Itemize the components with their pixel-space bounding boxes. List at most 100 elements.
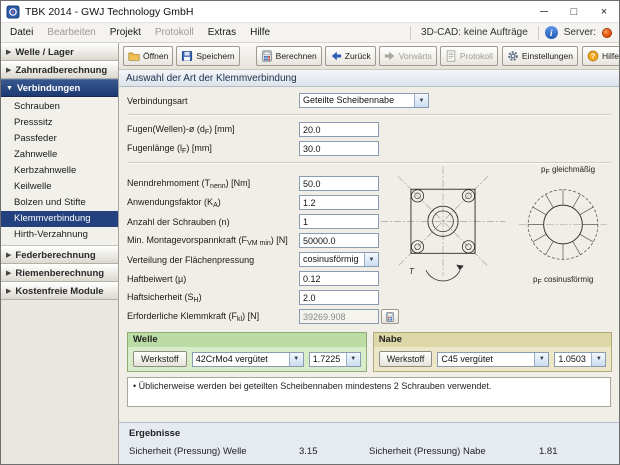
menu-right-area: 3D-CAD: keine Aufträge i Server: bbox=[410, 26, 617, 40]
fugenlaenge-input[interactable] bbox=[299, 141, 379, 156]
pressure-distribution-diagram bbox=[517, 179, 609, 271]
label-text: cosinusförmig bbox=[542, 275, 594, 284]
settings-button[interactable]: Einstellungen bbox=[502, 46, 578, 66]
result-welle-label: Sicherheit (Pressung) Welle bbox=[129, 446, 299, 457]
sidebar-section-welle-lager[interactable]: ▶ Welle / Lager bbox=[1, 43, 118, 61]
sidebar: ▶ Welle / Lager ▶ Zahnradberechnung ▼ Ve… bbox=[1, 43, 119, 464]
anzahl-schrauben-input[interactable] bbox=[299, 214, 379, 229]
nabe-panel-body: Werkstoff C45 vergütet ▼ 1.0503 ▼ bbox=[374, 347, 612, 371]
sidebar-item-hirth-verzahnung[interactable]: Hirth-Verzahnung bbox=[1, 227, 118, 243]
label-text: Min. Montagevorspannkraft (F bbox=[127, 235, 247, 245]
result-nabe: Sicherheit (Pressung) Nabe 1.81 bbox=[369, 446, 609, 457]
toolbar: Öffnen Speichern Berechnen Zurück V bbox=[119, 43, 619, 70]
close-button[interactable]: × bbox=[589, 1, 619, 22]
dropdown-arrow: ▼ bbox=[539, 356, 545, 362]
chevron-down-icon: ▼ bbox=[6, 85, 13, 92]
calculate-button-label: Berechnen bbox=[276, 51, 317, 61]
sidebar-item-passfeder[interactable]: Passfeder bbox=[1, 131, 118, 147]
chevron-down-icon[interactable]: ▼ bbox=[289, 353, 303, 366]
menu-projekt[interactable]: Projekt bbox=[103, 27, 148, 38]
anzahl-schrauben-label: Anzahl der Schrauben (n) bbox=[127, 217, 299, 227]
welle-panel: Welle Werkstoff 42CrMo4 vergütet ▼ 1.722… bbox=[127, 332, 367, 372]
label-text: ) [N] bbox=[242, 311, 259, 321]
klemmkraft-calc-button[interactable] bbox=[381, 309, 399, 324]
menu-datei[interactable]: Datei bbox=[3, 27, 40, 38]
label-text: ) [mm] bbox=[209, 124, 235, 134]
welle-material-number-select[interactable]: 1.7225 ▼ bbox=[309, 352, 361, 367]
pressure-uniform-label: pF gleichmäßig bbox=[541, 165, 595, 176]
sidebar-section-kostenfreie-module[interactable]: ▶ Kostenfreie Module bbox=[1, 282, 118, 300]
maximize-button[interactable]: □ bbox=[559, 1, 589, 22]
nabe-material-select[interactable]: C45 vergütet ▼ bbox=[437, 352, 549, 367]
welle-werkstoff-button[interactable]: Werkstoff bbox=[133, 351, 187, 367]
nabe-panel: Nabe Werkstoff C45 vergütet ▼ 1.0503 ▼ bbox=[373, 332, 613, 372]
sidebar-item-schrauben[interactable]: Schrauben bbox=[1, 99, 118, 115]
toolbar-right-group: Protokoll Einstellungen ? Hilfe bbox=[440, 46, 620, 66]
sidebar-section-zahnradberechnung[interactable]: ▶ Zahnradberechnung bbox=[1, 61, 118, 79]
sidebar-item-keilwelle[interactable]: Keilwelle bbox=[1, 179, 118, 195]
label-text: ) [N] bbox=[271, 235, 288, 245]
separator bbox=[538, 26, 539, 40]
haftbeiwert-input[interactable] bbox=[299, 271, 379, 286]
dropdown-arrow: ▼ bbox=[350, 356, 356, 362]
chevron-down-icon[interactable]: ▼ bbox=[346, 353, 360, 366]
app-icon bbox=[6, 5, 20, 19]
calculate-button[interactable]: Berechnen bbox=[256, 46, 322, 66]
anwendungsfaktor-input[interactable] bbox=[299, 195, 379, 210]
menu-bearbeiten: Bearbeiten bbox=[40, 27, 102, 38]
sidebar-item-klemmverbindung[interactable]: Klemmverbindung bbox=[1, 211, 118, 227]
montagevorspannkraft-input[interactable] bbox=[299, 233, 379, 248]
row-fugendurchmesser: Fugen(Wellen)-ø (dF) [mm] bbox=[127, 120, 611, 139]
sidebar-section-verbindungen[interactable]: ▼ Verbindungen bbox=[1, 79, 118, 97]
pressure-cosine-label: pF cosinusförmig bbox=[533, 275, 593, 286]
help-button[interactable]: ? Hilfe bbox=[582, 46, 620, 66]
sidebar-item-kerbzahnwelle[interactable]: Kerbzahnwelle bbox=[1, 163, 118, 179]
menu-hilfe[interactable]: Hilfe bbox=[243, 27, 277, 38]
sidebar-section-label: Welle / Lager bbox=[15, 47, 73, 58]
sidebar-item-zahnwelle[interactable]: Zahnwelle bbox=[1, 147, 118, 163]
sidebar-item-bolzen-und-stifte[interactable]: Bolzen und Stifte bbox=[1, 195, 118, 211]
chevron-down-icon[interactable]: ▼ bbox=[364, 253, 378, 266]
save-button-label: Speichern bbox=[196, 51, 234, 61]
nenndrehmoment-input[interactable] bbox=[299, 176, 379, 191]
result-welle-value: 3.15 bbox=[299, 446, 318, 457]
nabe-material-number-select[interactable]: 1.0503 ▼ bbox=[554, 352, 606, 367]
label-text: Fugen(Wellen)-ø (d bbox=[127, 124, 205, 134]
arrow-right-icon bbox=[384, 50, 396, 62]
info-icon[interactable]: i bbox=[545, 26, 558, 39]
nabe-werkstoff-button[interactable]: Werkstoff bbox=[379, 351, 433, 367]
save-icon bbox=[181, 50, 193, 62]
sidebar-section-riemenberechnung[interactable]: ▶ Riemenberechnung bbox=[1, 264, 118, 282]
back-button[interactable]: Zurück bbox=[325, 46, 376, 66]
sidebar-item-presssitz[interactable]: Presssitz bbox=[1, 115, 118, 131]
results-title: Ergebnisse bbox=[129, 428, 609, 439]
chevron-down-icon[interactable]: ▼ bbox=[591, 353, 605, 366]
welle-panel-body: Werkstoff 42CrMo4 vergütet ▼ 1.7225 ▼ bbox=[128, 347, 366, 371]
gear-icon bbox=[507, 50, 519, 62]
sidebar-section-federberechnung[interactable]: ▶ Federberechnung bbox=[1, 246, 118, 264]
menu-extras[interactable]: Extras bbox=[201, 27, 243, 38]
separator bbox=[127, 114, 611, 116]
haftsicherheit-input[interactable] bbox=[299, 290, 379, 305]
save-button[interactable]: Speichern bbox=[176, 46, 239, 66]
fugendurchmesser-input[interactable] bbox=[299, 122, 379, 137]
welle-material-select[interactable]: 42CrMo4 vergütet ▼ bbox=[192, 352, 304, 367]
torque-label: T bbox=[409, 267, 414, 276]
minimize-button[interactable]: ─ bbox=[529, 1, 559, 22]
svg-text:?: ? bbox=[591, 52, 596, 61]
cad-status[interactable]: 3D-CAD: keine Aufträge bbox=[417, 27, 532, 38]
chevron-down-icon[interactable]: ▼ bbox=[414, 94, 428, 107]
verteilung-select[interactable]: cosinusförmig ▼ bbox=[299, 252, 379, 267]
open-button[interactable]: Öffnen bbox=[123, 46, 173, 66]
chevron-down-icon[interactable]: ▼ bbox=[534, 353, 548, 366]
nenndrehmoment-label: Nenndrehmoment (Tnenn) [Nm] bbox=[127, 178, 299, 190]
arrow-left-icon bbox=[330, 50, 342, 62]
verbindungsart-select[interactable]: Geteilte Scheibennabe ▼ bbox=[299, 93, 429, 108]
chevron-right-icon: ▶ bbox=[6, 251, 11, 259]
klemmkraft-label: Erforderliche Klemmkraft (Fkl) [N] bbox=[127, 311, 299, 323]
dropdown-arrow: ▼ bbox=[596, 356, 602, 362]
result-nabe-value: 1.81 bbox=[539, 446, 558, 457]
back-button-label: Zurück bbox=[345, 51, 371, 61]
caption-buttons: ─ □ × bbox=[529, 1, 619, 22]
results-row: Sicherheit (Pressung) Welle 3.15 Sicherh… bbox=[129, 446, 609, 457]
